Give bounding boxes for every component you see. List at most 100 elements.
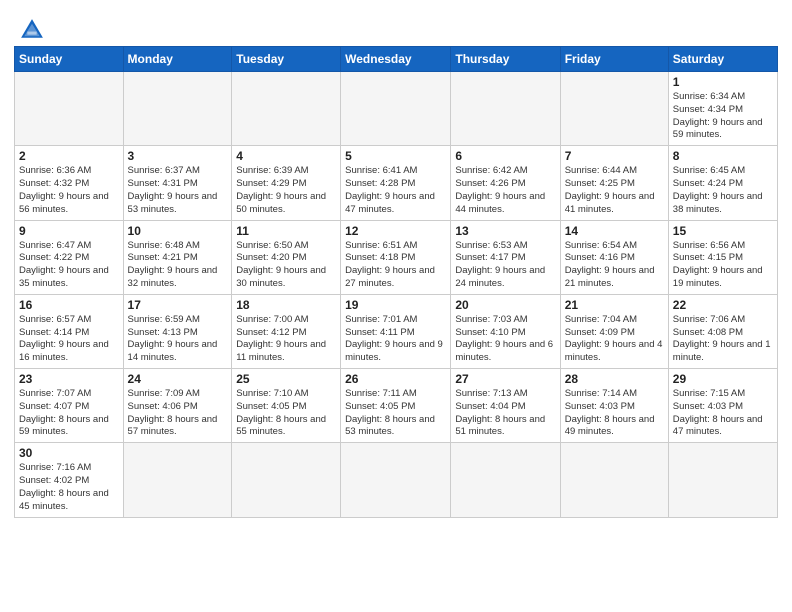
calendar-cell	[15, 72, 124, 146]
day-info: Sunrise: 7:09 AMSunset: 4:06 PMDaylight:…	[128, 388, 228, 439]
calendar-cell: 13 Sunrise: 6:53 AMSunset: 4:17 PMDayligh…	[451, 220, 560, 294]
calendar-cell: 1 Sunrise: 6:34 AMSunset: 4:34 PMDaylight…	[668, 72, 777, 146]
day-number: 6	[455, 149, 555, 163]
weekday-header-monday: Monday	[123, 47, 232, 72]
day-number: 2	[19, 149, 119, 163]
day-number: 11	[236, 224, 336, 238]
calendar-cell: 21Sunrise: 7:04 AMSunset: 4:09 PMDayligh…	[560, 294, 668, 368]
calendar-cell: 24 Sunrise: 7:09 AMSunset: 4:06 PMDayligh…	[123, 369, 232, 443]
day-number: 3	[128, 149, 228, 163]
day-info: Sunrise: 6:37 AMSunset: 4:31 PMDaylight:…	[128, 165, 228, 216]
day-number: 17	[128, 298, 228, 312]
day-info: Sunrise: 6:50 AMSunset: 4:20 PMDaylight:…	[236, 240, 336, 291]
calendar-cell: 10 Sunrise: 6:48 AMSunset: 4:21 PMDayligh…	[123, 220, 232, 294]
day-info: Sunrise: 6:59 AMSunset: 4:13 PMDaylight:…	[128, 314, 228, 365]
calendar-cell: 11 Sunrise: 6:50 AMSunset: 4:20 PMDayligh…	[232, 220, 341, 294]
calendar-cell: 27 Sunrise: 7:13 AMSunset: 4:04 PMDayligh…	[451, 369, 560, 443]
calendar-cell: 15Sunrise: 6:56 AMSunset: 4:15 PMDayligh…	[668, 220, 777, 294]
calendar-week-4: 16 Sunrise: 6:57 AMSunset: 4:14 PMDayligh…	[15, 294, 778, 368]
day-number: 18	[236, 298, 336, 312]
day-number: 1	[673, 75, 773, 89]
day-info: Sunrise: 7:13 AMSunset: 4:04 PMDaylight:…	[455, 388, 555, 439]
calendar-cell: 12Sunrise: 6:51 AMSunset: 4:18 PMDayligh…	[341, 220, 451, 294]
calendar-cell: 2 Sunrise: 6:36 AMSunset: 4:32 PMDaylight…	[15, 146, 124, 220]
day-number: 10	[128, 224, 228, 238]
day-number: 28	[565, 372, 664, 386]
day-number: 20	[455, 298, 555, 312]
calendar-week-3: 9 Sunrise: 6:47 AMSunset: 4:22 PMDaylight…	[15, 220, 778, 294]
day-number: 19	[345, 298, 446, 312]
calendar-week-1: 1 Sunrise: 6:34 AMSunset: 4:34 PMDaylight…	[15, 72, 778, 146]
calendar-cell: 30 Sunrise: 7:16 AMSunset: 4:02 PMDayligh…	[15, 443, 124, 517]
calendar-cell	[341, 443, 451, 517]
calendar-header-row: SundayMondayTuesdayWednesdayThursdayFrid…	[15, 47, 778, 72]
weekday-header-tuesday: Tuesday	[232, 47, 341, 72]
day-info: Sunrise: 6:42 AMSunset: 4:26 PMDaylight:…	[455, 165, 555, 216]
calendar-cell: 7 Sunrise: 6:44 AMSunset: 4:25 PMDaylight…	[560, 146, 668, 220]
day-number: 9	[19, 224, 119, 238]
calendar-cell: 25 Sunrise: 7:10 AMSunset: 4:05 PMDayligh…	[232, 369, 341, 443]
day-info: Sunrise: 6:36 AMSunset: 4:32 PMDaylight:…	[19, 165, 119, 216]
day-info: Sunrise: 7:16 AMSunset: 4:02 PMDaylight:…	[19, 462, 119, 513]
calendar-cell: 5 Sunrise: 6:41 AMSunset: 4:28 PMDaylight…	[341, 146, 451, 220]
calendar-cell	[232, 72, 341, 146]
day-info: Sunrise: 7:00 AMSunset: 4:12 PMDaylight:…	[236, 314, 336, 365]
day-number: 5	[345, 149, 446, 163]
calendar-cell: 6 Sunrise: 6:42 AMSunset: 4:26 PMDaylight…	[451, 146, 560, 220]
day-number: 26	[345, 372, 446, 386]
day-info: Sunrise: 7:11 AMSunset: 4:05 PMDaylight:…	[345, 388, 446, 439]
day-number: 22	[673, 298, 773, 312]
weekday-header-friday: Friday	[560, 47, 668, 72]
day-info: Sunrise: 6:44 AMSunset: 4:25 PMDaylight:…	[565, 165, 664, 216]
day-number: 16	[19, 298, 119, 312]
day-number: 23	[19, 372, 119, 386]
calendar-cell: 26 Sunrise: 7:11 AMSunset: 4:05 PMDayligh…	[341, 369, 451, 443]
calendar-cell: 14 Sunrise: 6:54 AMSunset: 4:16 PMDayligh…	[560, 220, 668, 294]
day-number: 25	[236, 372, 336, 386]
calendar-page: SundayMondayTuesdayWednesdayThursdayFrid…	[0, 0, 792, 612]
day-number: 13	[455, 224, 555, 238]
day-info: Sunrise: 7:15 AMSunset: 4:03 PMDaylight:…	[673, 388, 773, 439]
calendar-cell: 29 Sunrise: 7:15 AMSunset: 4:03 PMDayligh…	[668, 369, 777, 443]
calendar-cell: 20 Sunrise: 7:03 AMSunset: 4:10 PMDayligh…	[451, 294, 560, 368]
calendar-cell	[451, 72, 560, 146]
weekday-header-saturday: Saturday	[668, 47, 777, 72]
day-info: Sunrise: 7:04 AMSunset: 4:09 PMDaylight:…	[565, 314, 664, 365]
day-info: Sunrise: 6:48 AMSunset: 4:21 PMDaylight:…	[128, 240, 228, 291]
calendar-cell	[560, 72, 668, 146]
day-info: Sunrise: 6:57 AMSunset: 4:14 PMDaylight:…	[19, 314, 119, 365]
calendar-cell: 22Sunrise: 7:06 AMSunset: 4:08 PMDayligh…	[668, 294, 777, 368]
day-info: Sunrise: 7:10 AMSunset: 4:05 PMDaylight:…	[236, 388, 336, 439]
calendar-cell: 9 Sunrise: 6:47 AMSunset: 4:22 PMDaylight…	[15, 220, 124, 294]
day-info: Sunrise: 7:03 AMSunset: 4:10 PMDaylight:…	[455, 314, 555, 365]
day-number: 27	[455, 372, 555, 386]
calendar-table: SundayMondayTuesdayWednesdayThursdayFrid…	[14, 46, 778, 518]
day-number: 7	[565, 149, 664, 163]
day-info: Sunrise: 6:53 AMSunset: 4:17 PMDaylight:…	[455, 240, 555, 291]
day-info: Sunrise: 6:54 AMSunset: 4:16 PMDaylight:…	[565, 240, 664, 291]
calendar-week-5: 23Sunrise: 7:07 AMSunset: 4:07 PMDayligh…	[15, 369, 778, 443]
day-number: 29	[673, 372, 773, 386]
calendar-cell: 23Sunrise: 7:07 AMSunset: 4:07 PMDayligh…	[15, 369, 124, 443]
calendar-cell: 28 Sunrise: 7:14 AMSunset: 4:03 PMDayligh…	[560, 369, 668, 443]
weekday-header-thursday: Thursday	[451, 47, 560, 72]
calendar-cell	[123, 72, 232, 146]
calendar-cell: 18 Sunrise: 7:00 AMSunset: 4:12 PMDayligh…	[232, 294, 341, 368]
day-info: Sunrise: 6:39 AMSunset: 4:29 PMDaylight:…	[236, 165, 336, 216]
calendar-cell: 3 Sunrise: 6:37 AMSunset: 4:31 PMDaylight…	[123, 146, 232, 220]
calendar-cell: 16 Sunrise: 6:57 AMSunset: 4:14 PMDayligh…	[15, 294, 124, 368]
calendar-week-6: 30 Sunrise: 7:16 AMSunset: 4:02 PMDayligh…	[15, 443, 778, 517]
day-info: Sunrise: 6:34 AMSunset: 4:34 PMDaylight:…	[673, 91, 773, 142]
day-info: Sunrise: 6:47 AMSunset: 4:22 PMDaylight:…	[19, 240, 119, 291]
day-info: Sunrise: 6:41 AMSunset: 4:28 PMDaylight:…	[345, 165, 446, 216]
weekday-header-sunday: Sunday	[15, 47, 124, 72]
day-number: 15	[673, 224, 773, 238]
calendar-cell	[232, 443, 341, 517]
day-info: Sunrise: 7:14 AMSunset: 4:03 PMDaylight:…	[565, 388, 664, 439]
day-number: 14	[565, 224, 664, 238]
day-number: 30	[19, 446, 119, 460]
day-number: 12	[345, 224, 446, 238]
logo-icon	[18, 16, 46, 44]
calendar-cell	[123, 443, 232, 517]
day-number: 24	[128, 372, 228, 386]
